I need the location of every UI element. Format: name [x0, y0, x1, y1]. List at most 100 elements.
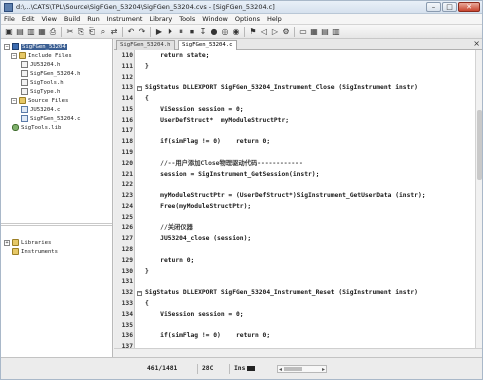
- build-icon[interactable]: ▶: [154, 27, 164, 37]
- paste-icon[interactable]: ⎗: [87, 27, 97, 37]
- trace-icon[interactable]: ◉: [231, 27, 241, 37]
- tree-item-label: Instruments: [21, 248, 59, 255]
- layout-icon[interactable]: ▤: [320, 27, 330, 37]
- replace-icon[interactable]: ⇄: [109, 27, 119, 37]
- editor-tabs: SigFGen_53204.h SigFGen_53204.c ×: [114, 39, 482, 50]
- tree-item-file[interactable]: SigTools.h: [21, 78, 64, 87]
- line-number: 128: [121, 246, 133, 254]
- tree-item-libraries[interactable]: + Libraries: [4, 238, 51, 247]
- cut-icon[interactable]: ✂: [65, 27, 75, 37]
- watch-icon[interactable]: ◎: [220, 27, 230, 37]
- close-button[interactable]: ✕: [458, 2, 480, 12]
- menu-build[interactable]: Build: [64, 15, 80, 23]
- code-line: 119: [114, 148, 482, 159]
- tree-item-file[interactable]: JU53204.c: [21, 105, 60, 114]
- tree-item-file[interactable]: SigType.h: [21, 87, 60, 96]
- menu-help[interactable]: Help: [267, 15, 282, 23]
- collapse-icon[interactable]: −: [11, 97, 17, 104]
- tree-item-label: SigFGen_53204.c: [30, 115, 81, 122]
- code-area[interactable]: 110 return state; 111} 112 113− SigStatus DL…: [114, 50, 482, 348]
- minimize-button[interactable]: –: [426, 2, 441, 12]
- line-number: 131: [121, 278, 133, 286]
- step-icon[interactable]: ↧: [198, 27, 208, 37]
- tree-item-label: SigType.h: [30, 88, 61, 95]
- next-icon[interactable]: ▷: [270, 27, 280, 37]
- line-number: 125: [121, 213, 133, 221]
- h-file-icon: [21, 88, 28, 95]
- tree-item-project[interactable]: − SigFGen_53204: [4, 42, 67, 51]
- code-line: 132− SigStatus DLLEXPORT SigFGen_53204_In…: [114, 288, 482, 299]
- scrollbar-thumb[interactable]: [284, 367, 302, 371]
- code-text: UserDefStruct* myModuleStructPtr;: [145, 116, 290, 124]
- line-number: 121: [121, 170, 133, 178]
- mode-indicator-icon: [247, 365, 256, 371]
- line-number: 134: [121, 310, 133, 318]
- horizontal-scrollbar[interactable]: ◂ ▸: [277, 365, 327, 373]
- menu-library[interactable]: Library: [149, 15, 172, 23]
- collapse-icon[interactable]: −: [4, 43, 10, 50]
- menu-options[interactable]: Options: [235, 15, 260, 23]
- run-icon[interactable]: ⏵: [165, 27, 175, 37]
- undo-icon[interactable]: ↶: [126, 27, 136, 37]
- grid-icon[interactable]: ▦: [309, 27, 319, 37]
- window-icon[interactable]: ▭: [298, 27, 308, 37]
- code-line: 120 //--用户添加Close物理驱动代码------------: [114, 159, 482, 170]
- scrollbar-thumb[interactable]: [477, 110, 482, 180]
- copy-icon[interactable]: ⎘: [76, 27, 86, 37]
- tree-item-library[interactable]: SigTools.lib: [12, 123, 61, 132]
- tree-item-label: JU53204.h: [30, 61, 61, 68]
- find-icon[interactable]: ⌕: [98, 27, 108, 37]
- menu-window[interactable]: Window: [202, 15, 228, 23]
- line-number: 117: [121, 127, 133, 135]
- stop-icon[interactable]: ⏹: [187, 27, 197, 37]
- scroll-left-icon[interactable]: ◂: [279, 366, 282, 373]
- tab-source-file[interactable]: SigFGen_53204.c: [178, 40, 237, 50]
- maximize-button[interactable]: □: [442, 2, 457, 12]
- prev-icon[interactable]: ◁: [259, 27, 269, 37]
- panel-icon[interactable]: ▥: [331, 27, 341, 37]
- tree-item-label: Source Files: [28, 97, 69, 104]
- tree-item-file[interactable]: JU53204.h: [21, 60, 60, 69]
- tree-item-source-files[interactable]: − Source Files: [11, 96, 68, 105]
- scroll-right-icon[interactable]: ▸: [322, 366, 325, 373]
- tab-header-file[interactable]: SigFGen_53204.h: [116, 40, 175, 50]
- line-number: 133: [121, 299, 133, 307]
- line-number: 115: [121, 105, 133, 113]
- line-number: 119: [121, 149, 133, 157]
- code-text: ViSession session = 0;: [145, 310, 244, 318]
- fold-icon[interactable]: −: [137, 86, 142, 92]
- tree-item-file[interactable]: SigFGen_53204.c: [21, 114, 81, 123]
- menu-instrument[interactable]: Instrument: [107, 15, 143, 23]
- tree-item-label: JU53204.c: [30, 106, 61, 113]
- vertical-scrollbar[interactable]: [475, 50, 482, 348]
- code-line: 114 {: [114, 94, 482, 105]
- menu-view[interactable]: View: [41, 15, 56, 23]
- print-icon[interactable]: ⎙: [48, 27, 58, 37]
- app-icon: [4, 2, 13, 12]
- open-icon[interactable]: ▤: [15, 27, 25, 37]
- menu-run[interactable]: Run: [87, 15, 99, 23]
- code-line: 130}: [114, 267, 482, 278]
- menu-edit[interactable]: Edit: [22, 15, 35, 23]
- expand-icon[interactable]: +: [4, 239, 10, 246]
- breakpoint-icon[interactable]: ●: [209, 27, 219, 37]
- project-icon[interactable]: ▣: [4, 27, 14, 37]
- tree-item-include-files[interactable]: − Include Files: [11, 51, 72, 60]
- save-all-icon[interactable]: ▦: [37, 27, 47, 37]
- close-tab-icon[interactable]: ×: [473, 39, 480, 49]
- insert-mode: Ins: [229, 364, 256, 374]
- fold-icon[interactable]: −: [137, 291, 142, 297]
- tree-item-instruments[interactable]: Instruments: [12, 247, 58, 256]
- redo-icon[interactable]: ↷: [137, 27, 147, 37]
- menu-file[interactable]: File: [4, 15, 15, 23]
- code-line: 112: [114, 73, 482, 84]
- bookmark-icon[interactable]: ⚑: [248, 27, 258, 37]
- collapse-icon[interactable]: −: [11, 52, 17, 59]
- pause-icon[interactable]: ⏸: [176, 27, 186, 37]
- compile-icon[interactable]: ⚙: [281, 27, 291, 37]
- save-icon[interactable]: ▥: [26, 27, 36, 37]
- code-comment: //--用户添加Close物理驱动代码------------: [145, 159, 303, 167]
- folder-icon: [19, 52, 26, 59]
- tree-item-file[interactable]: SigFGen_53204.h: [21, 69, 81, 78]
- menu-tools[interactable]: Tools: [179, 15, 195, 23]
